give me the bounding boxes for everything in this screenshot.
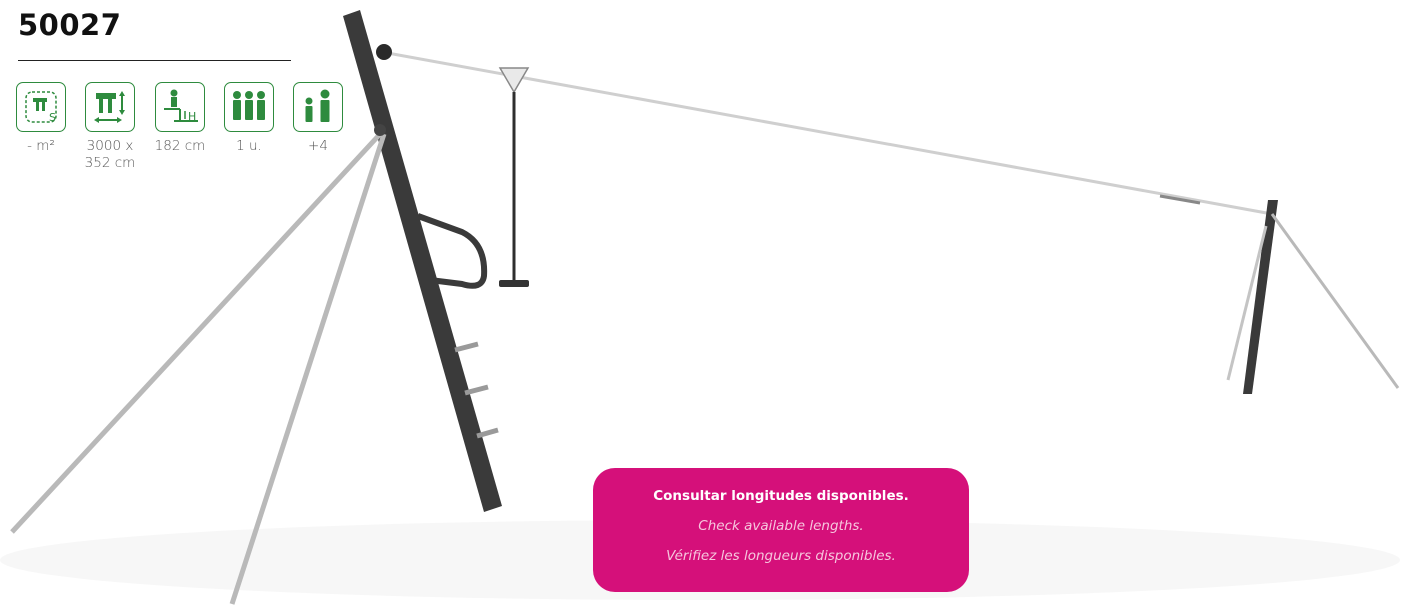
notice-es: Consultar longitudes disponibles. (653, 488, 909, 504)
dimensions-icon (85, 82, 135, 132)
spec-value: - m² (27, 138, 55, 154)
svg-text:S: S (49, 111, 56, 124)
fall-height-icon: H (155, 82, 205, 132)
title-divider (18, 60, 291, 61)
notice-en: Check available lengths. (698, 518, 864, 534)
trolley (498, 67, 530, 94)
end-leg (1270, 213, 1400, 389)
spec-value: +4 (308, 138, 328, 154)
notice-fr: Vérifiez les longueurs disponibles. (666, 548, 896, 564)
spec-units: 1 u. (214, 82, 284, 155)
lengths-notice: Consultar longitudes disponibles. Check … (593, 468, 969, 592)
spec-safety-area: S - m² (6, 82, 76, 155)
spec-fall-height: H 182 cm (145, 82, 215, 155)
step (454, 341, 479, 353)
age-icon (293, 82, 343, 132)
safety-area-icon: S (16, 82, 66, 132)
spec-value: 1 u. (236, 138, 262, 154)
leg-joint (374, 124, 386, 136)
units-icon (224, 82, 274, 132)
spec-age: +4 (283, 82, 353, 155)
support-leg-left (10, 130, 384, 534)
spec-dimensions: 3000 x 352 cm (75, 82, 145, 172)
pulley (376, 44, 392, 60)
step (464, 384, 489, 396)
spec-value: 3000 x 352 cm (84, 138, 136, 171)
seat (499, 280, 529, 287)
svg-text:H: H (188, 110, 196, 123)
spec-value: 182 cm (154, 138, 206, 154)
product-code: 50027 (18, 8, 122, 42)
